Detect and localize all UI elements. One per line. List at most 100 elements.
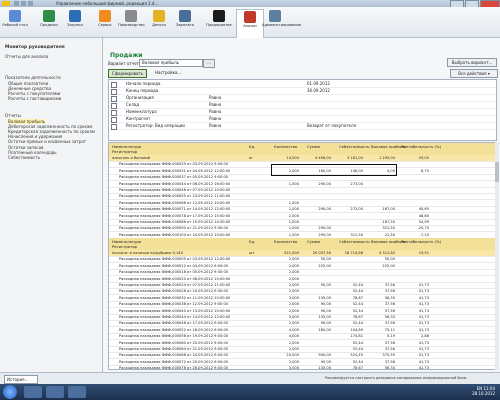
settings-compare[interactable]: Равно [209, 123, 221, 129]
settings-compare[interactable]: Равно [209, 102, 221, 108]
table-cell-qty: 2,000 [288, 276, 299, 281]
table-cell-name: Ассорти: в наличии по/рубрике 0,140 [112, 251, 183, 255]
table-cell-name: Расходная накладная ФФФ-000012 от 04.09.… [119, 263, 229, 268]
column-header[interactable]: Рентабельность (%) [401, 239, 441, 244]
column-header-registrar[interactable]: Регистратор [112, 149, 137, 154]
settings-row[interactable]: Начало периода 01.09.2012 [109, 81, 496, 88]
column-header[interactable]: Ед. [249, 239, 255, 244]
media-player-icon[interactable] [46, 386, 64, 398]
table-cell-sum: 90,00 [320, 321, 331, 326]
table-cell-sum: 290,00 [318, 207, 331, 212]
table-cell-unit: шт [249, 251, 255, 255]
toolbar-section-3[interactable]: Сервис [92, 9, 118, 36]
toolbar-section-5[interactable]: Деньги [146, 9, 172, 36]
left-nav-item[interactable]: Расчеты с поставщиками [8, 96, 61, 101]
table-cell-qty: 521,000 [284, 251, 299, 255]
settings-row[interactable]: Склад Равно [109, 102, 496, 109]
column-header-registrar[interactable]: Регистратор [112, 244, 137, 249]
toolbar-section-9[interactable]: Администрирование [262, 9, 301, 36]
table-cell-sum: 290,00 [318, 226, 331, 231]
table-cell-qty: 2,000 [288, 340, 299, 345]
table-cell-cost: 524,45 [350, 353, 363, 358]
table-row[interactable]: Расходная накладная ФФФ-000076 от 26.09.… [109, 365, 495, 369]
history-button[interactable]: История... [4, 375, 38, 384]
left-nav-item[interactable]: Остатки прямых и косвенных затрат [8, 139, 86, 144]
settings-button[interactable]: Настройка... [155, 69, 189, 76]
explorer-icon[interactable] [24, 386, 42, 398]
table-cell-qty: 1,000 [288, 232, 299, 237]
clock-date[interactable]: 28.10.2012 [472, 391, 495, 396]
start-button[interactable] [3, 385, 17, 399]
variant-input[interactable]: Валовая прибыль [139, 59, 203, 67]
table-cell-name: Расходная накладная ФФФ-000040 от 13.09.… [119, 308, 231, 313]
settings-compare[interactable]: Равно [209, 95, 221, 101]
report-scrollbar[interactable] [495, 142, 499, 370]
table-cell-name: Расходная накладная ФФФ-000048 от 17.09.… [119, 321, 229, 326]
section-icon [99, 10, 111, 22]
table-cell-name: Расходная накладная ФФФ-000064 от 21.09.… [119, 347, 229, 351]
settings-row[interactable]: Номенклатура Равно [109, 109, 496, 116]
settings-compare[interactable]: Равно [209, 109, 221, 115]
settings-checkbox[interactable] [111, 124, 117, 130]
column-header[interactable]: Сумма [307, 144, 320, 149]
toolbar-section-7[interactable]: Предприятие [206, 9, 232, 36]
onec-app-icon[interactable] [68, 386, 86, 398]
column-header[interactable]: Количество [274, 239, 297, 244]
table-cell-gp: 50,00 [384, 257, 395, 262]
table-cell-rent: -20,75 [417, 226, 429, 231]
column-header[interactable]: Сумма [307, 239, 320, 244]
variant-label: Вариант отчета: [108, 61, 143, 66]
toolbar-section-1[interactable]: Продажи [36, 9, 62, 36]
home-icon[interactable] [28, 1, 33, 6]
table-cell-cost: 174,81 [350, 334, 363, 339]
back-icon[interactable] [14, 1, 19, 6]
settings-value[interactable]: Возврат от покупателя [307, 123, 356, 129]
scroll-thumb[interactable] [495, 162, 499, 182]
settings-name: Конец периода [126, 88, 159, 93]
table-cell-qty: 20,000 [286, 353, 299, 358]
more-actions-button[interactable]: Все действия ▾ [450, 69, 498, 78]
table-cell-rent: 41,73 [418, 327, 429, 332]
column-header[interactable]: Себестоимость [339, 144, 369, 149]
settings-compare[interactable]: Равно [209, 116, 221, 122]
table-cell-sum: 290,00 [318, 181, 331, 186]
settings-value[interactable]: 30.09.2012 [307, 88, 330, 94]
toolbar-section-0[interactable]: Рабочий стол [2, 9, 28, 36]
settings-row[interactable]: Регистратор: Вид операции Равно Возврат от… [109, 123, 496, 130]
table-cell-cost: 52,44 [352, 359, 363, 364]
left-nav-item[interactable]: Себестоимость [8, 155, 40, 160]
toolbar-section-8[interactable]: Анализ [236, 9, 264, 38]
column-header[interactable]: Рентабельность (%) [401, 144, 441, 149]
settings-value[interactable]: 01.09.2012 [307, 81, 330, 87]
settings-row[interactable]: Организация Равно [109, 95, 496, 102]
pick-variant-button[interactable]: Выбрать вариант... [447, 58, 497, 67]
table-cell-rent: 41,73 [418, 308, 429, 313]
status-message[interactable]: Рекомендуется настроить резервное копиро… [325, 376, 467, 380]
table-cell-name: Расходная накладная ФФФ-000044 от 06.09.… [119, 181, 231, 186]
app-logo-icon[interactable] [2, 1, 10, 6]
settings-row[interactable]: Конец периода 30.09.2012 [109, 88, 496, 95]
table-cell-cost: 52,44 [352, 340, 363, 345]
toolbar-section-2[interactable]: Закупки [62, 9, 88, 36]
table-cell-name: Расходная накладная ФФФ-000032 от 11.09.… [119, 295, 231, 300]
toolbar-section-4[interactable]: Производство [118, 9, 145, 36]
column-header[interactable]: Себестоимость [339, 239, 369, 244]
toolbar-section-6[interactable]: Зарплата [172, 9, 198, 36]
settings-row[interactable]: Контрагент Равно [109, 116, 496, 123]
section-label: Производство [118, 23, 145, 27]
column-header[interactable]: Ед. [249, 144, 255, 149]
generate-button[interactable]: Сформировать [108, 69, 147, 78]
table-cell-qty: 1,000 [288, 226, 299, 231]
forward-icon[interactable] [21, 1, 26, 6]
variant-select-button[interactable]: … [203, 59, 215, 68]
table-cell-qty: 2,000 [288, 270, 299, 275]
window-title: Управление небольшой фирмой, редакция 1.… [56, 1, 159, 6]
table-cell-gp: 375,55 [382, 353, 395, 358]
table-cell-qty: 2,000 [288, 347, 299, 351]
column-header[interactable]: Количество [274, 144, 297, 149]
table-cell-rent: 8,75 [420, 168, 429, 173]
panel-title: Монитор руководителя [5, 45, 65, 50]
selection-highlight-box [271, 164, 397, 176]
table-cell-rent: 40,65 [418, 207, 429, 212]
table-cell-cost: 52,44 [352, 347, 363, 351]
